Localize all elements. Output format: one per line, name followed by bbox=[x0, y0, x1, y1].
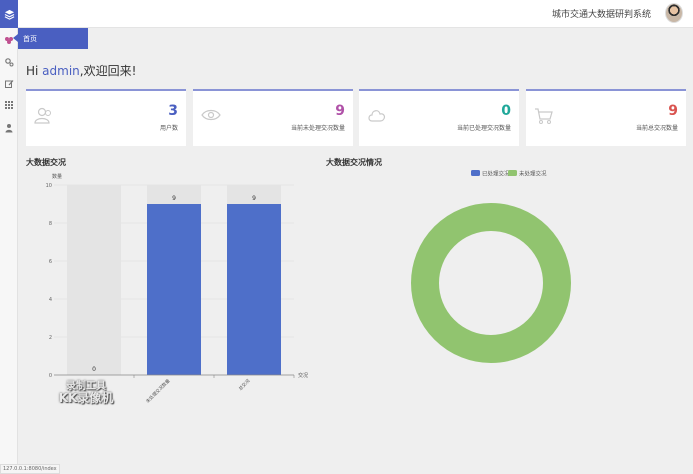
welcome-greeting: Hi admin,欢迎回来! bbox=[26, 62, 136, 79]
layers-logo-icon[interactable] bbox=[0, 0, 18, 28]
legend-label: 已处理交况 bbox=[482, 170, 510, 178]
cloud-icon bbox=[367, 107, 387, 127]
bar-value-label: 9 bbox=[172, 195, 176, 202]
legend-swatch bbox=[471, 170, 480, 176]
stat-label: 当前总交况数量 bbox=[635, 125, 678, 132]
stat-label: 当前已处理交况数量 bbox=[456, 125, 511, 132]
legend-swatch bbox=[508, 170, 517, 176]
stat-value: 3 bbox=[168, 103, 178, 119]
stat-card-unprocessed: 9 当前未处理交况数量 bbox=[193, 89, 353, 146]
stat-label: 当前未处理交况数量 bbox=[290, 125, 345, 132]
stat-value: 9 bbox=[335, 103, 345, 119]
stat-value: 9 bbox=[668, 103, 678, 119]
sidebar-settings-icon[interactable] bbox=[3, 56, 15, 68]
greeting-suffix: ,欢迎回来! bbox=[79, 64, 137, 78]
greeting-prefix: Hi bbox=[26, 64, 43, 78]
cart-icon bbox=[534, 107, 554, 129]
y-tick-label: 8 bbox=[49, 221, 52, 227]
x-tick-label: 总交况 bbox=[237, 377, 252, 392]
donut-chart: 已处理交况 未处理交况 bbox=[411, 170, 571, 363]
legend-label: 未处理交况 bbox=[519, 170, 547, 178]
top-header: 城市交通大数据研判系统 bbox=[0, 0, 693, 28]
recorder-watermark: 录制工具 KK录像机 bbox=[56, 381, 116, 405]
greeting-username: admin bbox=[42, 64, 80, 78]
y-tick-label: 6 bbox=[49, 259, 52, 265]
pie-section-title: 大数据交况情况 bbox=[326, 158, 382, 167]
status-url: 127.0.0.1:8080/index bbox=[0, 464, 60, 474]
y-tick-label: 4 bbox=[49, 297, 52, 303]
users-icon bbox=[34, 107, 54, 129]
y-tick-label: 10 bbox=[46, 183, 52, 189]
stat-card-users: 3 用户数 bbox=[26, 89, 186, 146]
sidebar-edit-icon[interactable] bbox=[3, 78, 15, 90]
pie-slice bbox=[411, 203, 571, 363]
x-tick-label: 未处理交况数量 bbox=[144, 377, 172, 405]
bar-background bbox=[67, 185, 121, 375]
sidebar-user-icon[interactable] bbox=[3, 122, 15, 134]
bar-value-label: 9 bbox=[252, 195, 256, 202]
tab-home[interactable]: 首页 bbox=[13, 28, 88, 49]
stat-card-processed: 0 当前已处理交况数量 bbox=[359, 89, 519, 146]
bar-value-label: 0 bbox=[92, 366, 96, 373]
sidebar bbox=[0, 28, 18, 474]
x-axis-label: 交况 bbox=[298, 372, 308, 379]
bar-chart: 数量 0 2 4 6 8 10 0 9 未处理交况数量 9 总交况 交况 bbox=[46, 173, 308, 405]
eye-icon bbox=[201, 107, 221, 126]
system-title: 城市交通大数据研判系统 bbox=[551, 10, 651, 20]
y-axis-label: 数量 bbox=[52, 173, 62, 180]
user-avatar[interactable] bbox=[665, 3, 683, 23]
sidebar-grid-icon[interactable] bbox=[3, 99, 15, 111]
stat-value: 0 bbox=[501, 103, 511, 119]
stat-label: 用户数 bbox=[159, 125, 178, 132]
bar bbox=[227, 204, 281, 375]
stat-card-total: 9 当前总交况数量 bbox=[526, 89, 686, 146]
y-tick-label: 0 bbox=[49, 373, 52, 379]
watermark-line2: KK录像机 bbox=[58, 391, 114, 405]
bar bbox=[147, 204, 201, 375]
y-tick-label: 2 bbox=[49, 335, 52, 341]
